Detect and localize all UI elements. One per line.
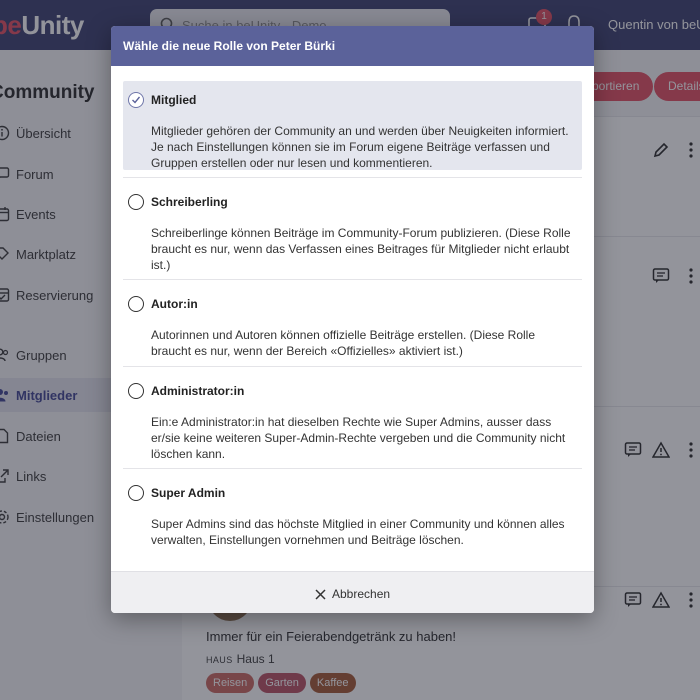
role-option-schreiberling[interactable]: Schreiberling Schreiberlinge können Beit… [123, 183, 582, 278]
dialog-title: Wähle die neue Rolle von Peter Bürki [123, 39, 336, 53]
check-icon [132, 96, 140, 104]
role-title: Autor:in [151, 297, 198, 311]
role-dialog: Wähle die neue Rolle von Peter Bürki Mit… [111, 26, 594, 613]
role-title: Mitglied [151, 93, 197, 107]
radio-button[interactable] [128, 485, 144, 501]
role-title: Administrator:in [151, 384, 245, 398]
role-description: Super Admins sind das höchste Mitglied i… [151, 517, 565, 547]
dialog-footer: Abbrechen [111, 571, 594, 613]
divider [123, 279, 582, 280]
role-title: Schreiberling [151, 195, 228, 209]
radio-button[interactable] [128, 296, 144, 312]
divider [123, 366, 582, 367]
divider [123, 177, 582, 178]
cancel-button[interactable]: Abbrechen [315, 584, 390, 604]
role-description: Mitglieder gehören der Community an und … [151, 124, 569, 170]
radio-button[interactable] [128, 383, 144, 399]
radio-button[interactable] [128, 194, 144, 210]
role-option-super-admin[interactable]: Super Admin Super Admins sind das höchst… [123, 474, 582, 554]
role-option-administratorin[interactable]: Administrator:in Ein:e Administrator:in … [123, 372, 582, 467]
role-description: Schreiberlinge können Beiträge im Commun… [151, 226, 571, 272]
role-title: Super Admin [151, 486, 226, 500]
close-icon [315, 588, 326, 600]
role-option-autorin[interactable]: Autor:in Autorinnen und Autoren können o… [123, 285, 582, 365]
radio-selected[interactable] [128, 92, 144, 108]
dialog-header: Wähle die neue Rolle von Peter Bürki [111, 26, 594, 66]
cancel-label: Abbrechen [332, 587, 391, 601]
role-option-mitglied[interactable]: Mitglied Mitglieder gehören der Communit… [123, 81, 582, 170]
role-description: Autorinnen und Autoren können offizielle… [151, 328, 536, 358]
role-description: Ein:e Administrator:in hat dieselben Rec… [151, 415, 566, 461]
divider [123, 468, 582, 469]
